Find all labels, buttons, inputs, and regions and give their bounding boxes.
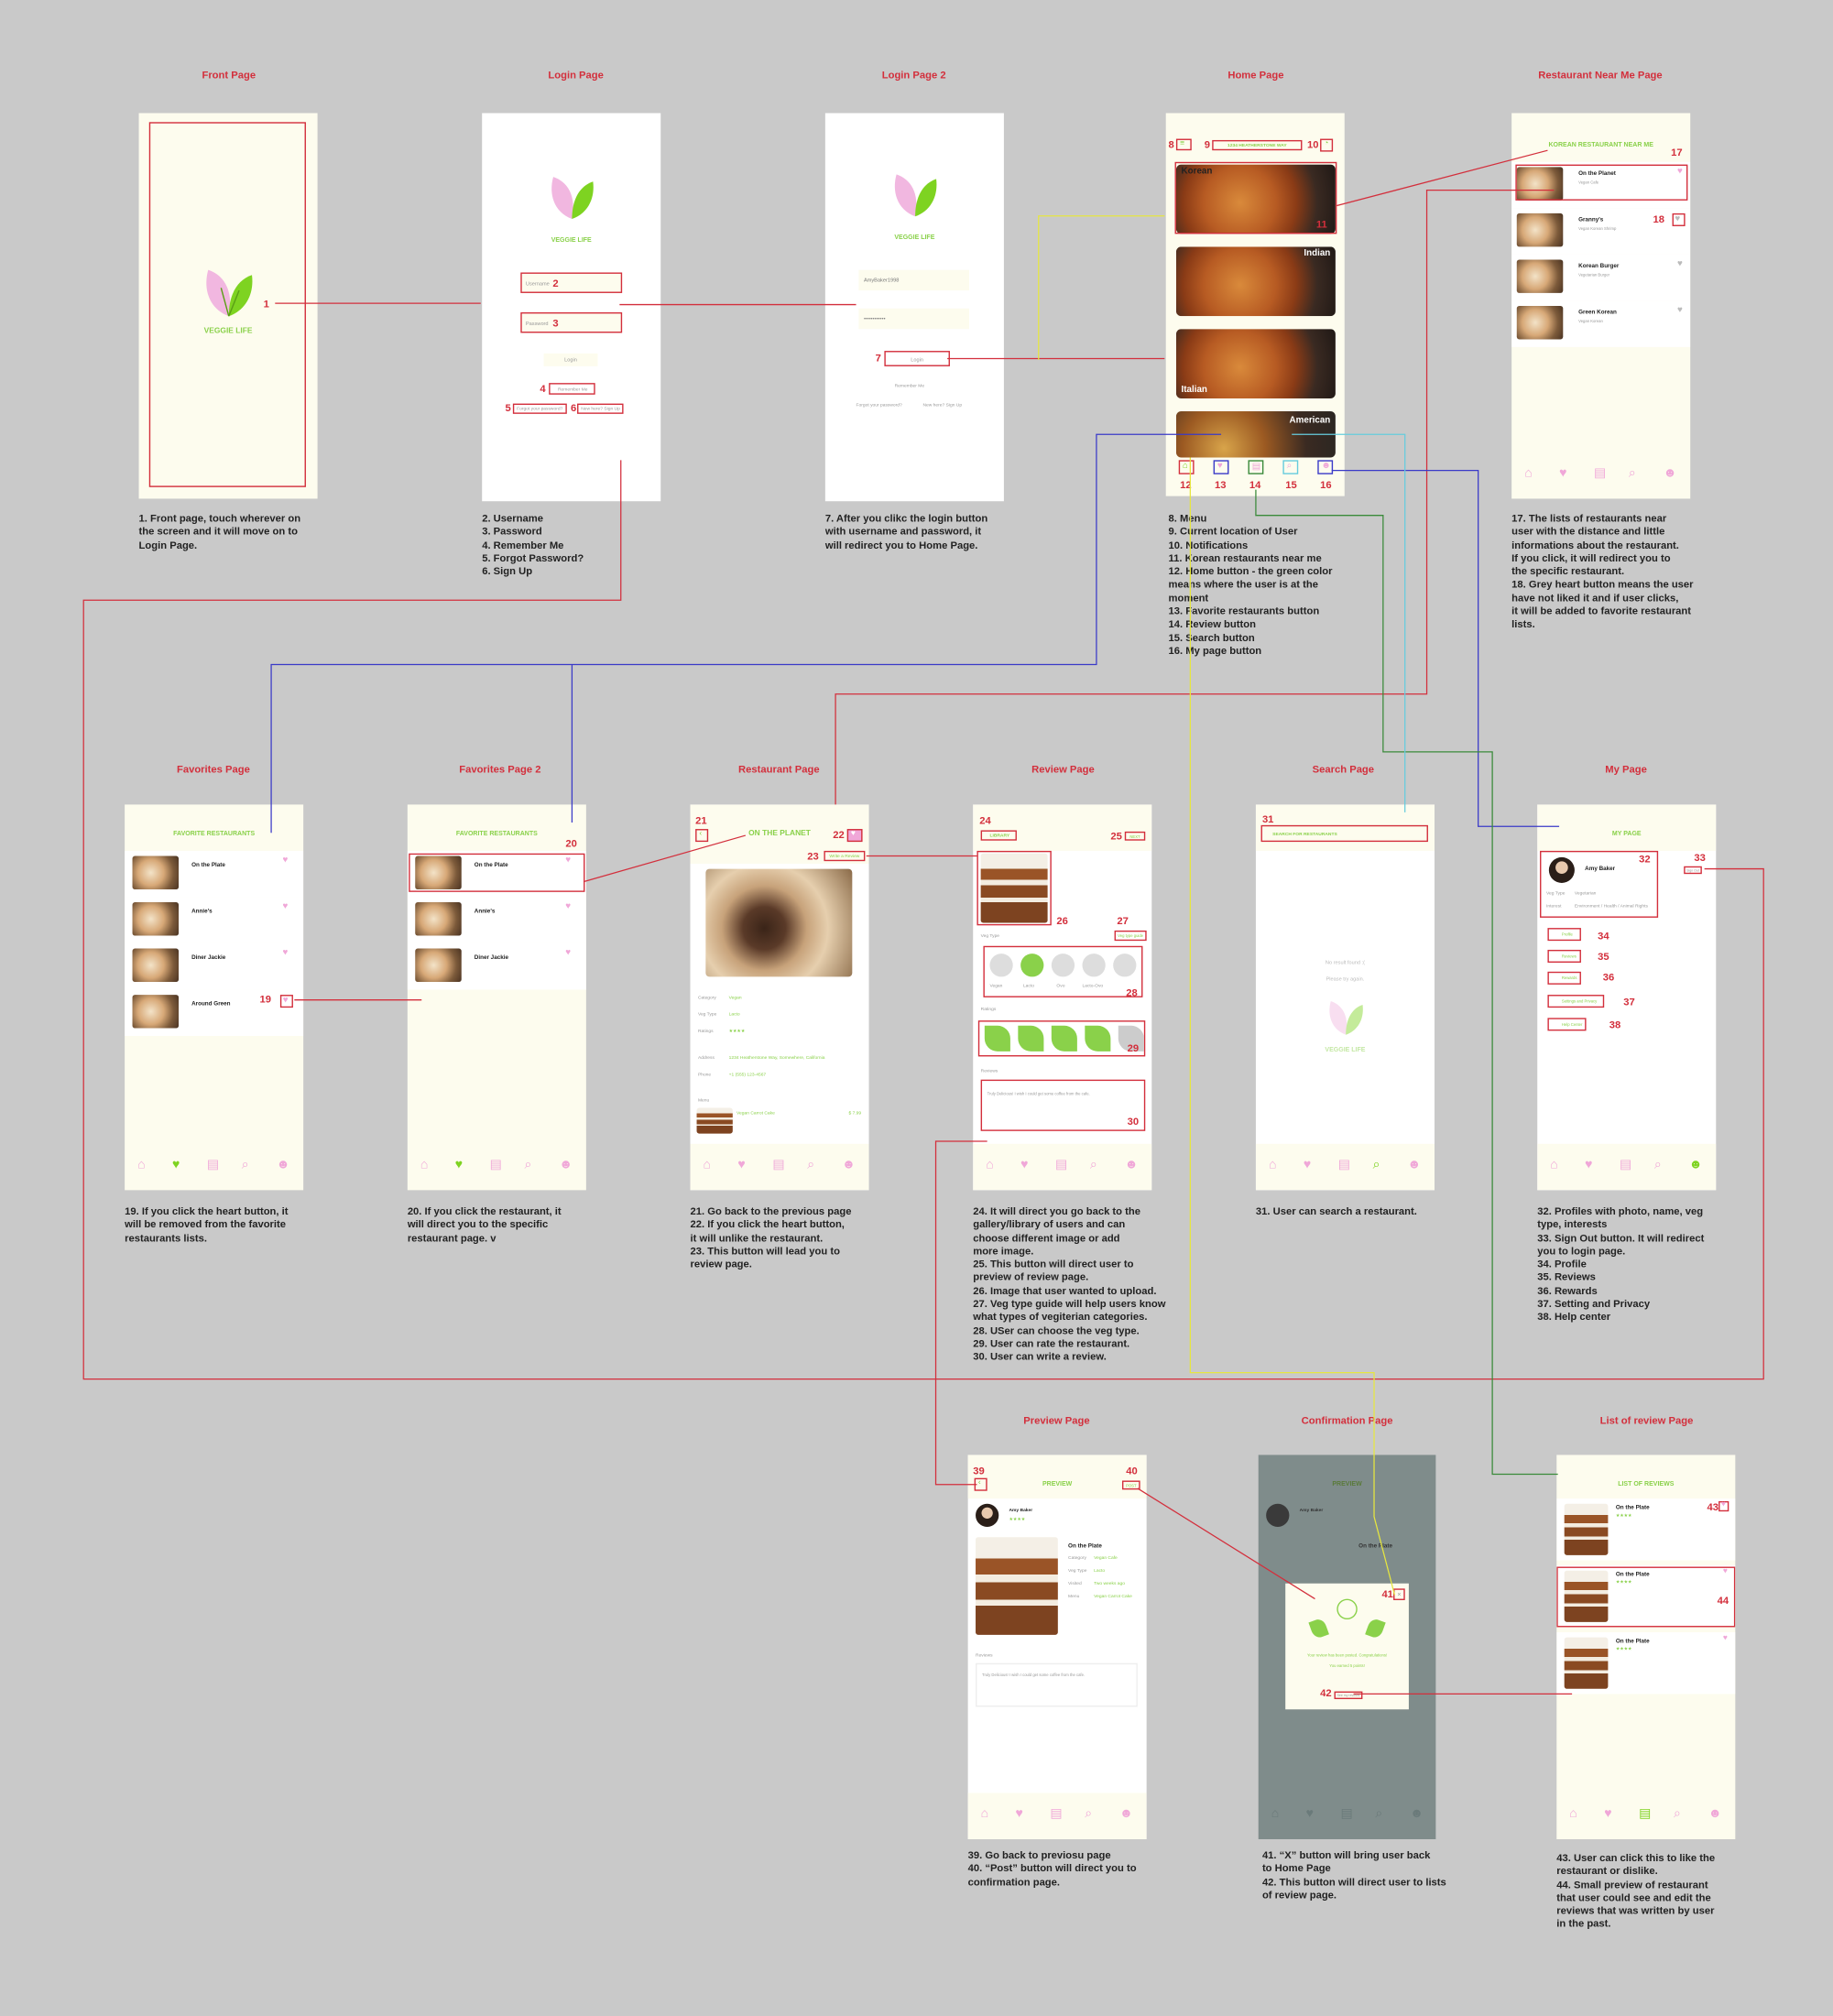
flow-connectors — [82, 149, 1764, 1695]
connector-search — [1292, 433, 1406, 812]
connector-fav2-to-restaurant — [583, 834, 747, 883]
connector-post-to-confirm — [1137, 1487, 1315, 1600]
connector-korean-to-near — [1337, 149, 1548, 207]
connector-fav-button — [270, 433, 1222, 834]
connector-yellow-top — [1038, 215, 1165, 360]
connector-mypage — [1331, 469, 1560, 827]
connector-near-to-restaurant — [835, 190, 1555, 805]
storyboard: Front Page Login Page Login Page 2 Home … — [0, 0, 1833, 2015]
connector-yellow-home — [1189, 457, 1396, 1596]
connector-review-to-preview — [934, 1140, 987, 1486]
connector-review-list — [1255, 489, 1558, 1476]
connector-signup-signout — [82, 460, 1764, 1380]
